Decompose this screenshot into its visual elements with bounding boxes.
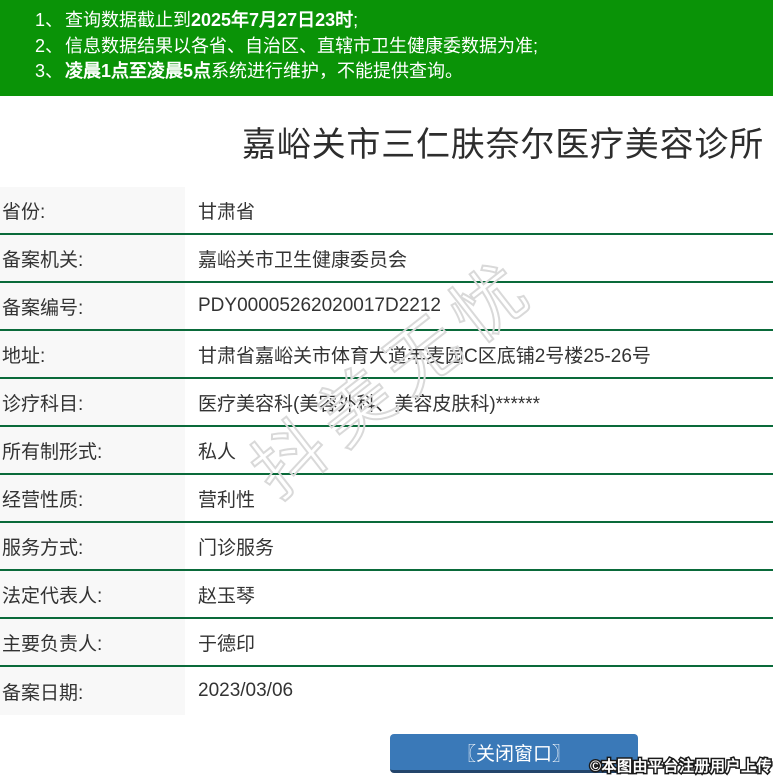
notice-number: 3、	[35, 61, 64, 81]
row-value: 甘肃省	[198, 201, 256, 223]
notice-line-1: 1、 查询数据截止到2025年7月27日23时;	[35, 8, 763, 34]
row-label: 省份:	[0, 187, 185, 233]
upload-caption: ©本图由平台注册用户上传	[588, 757, 773, 777]
notice-text: 信息数据结果以各省、自治区、直辖市卫生健康委数据为准;	[65, 35, 539, 56]
notice-number: 2、	[35, 35, 64, 56]
row-business-nature: 经营性质: 营利性	[0, 475, 773, 523]
row-value: PDY00005262020017D2212	[198, 295, 441, 316]
row-value: 医疗美容科(美容外科、美容皮肤科)******	[198, 393, 541, 415]
title-band: 嘉峪关市三仁肤奈尔医疗美容诊所	[0, 96, 773, 187]
row-label: 经营性质:	[0, 475, 185, 521]
record-page: 1、 查询数据截止到2025年7月27日23时; 2、 信息数据结果以各省、自治区、…	[0, 0, 773, 777]
row-value: 嘉峪关市卫生健康委员会	[198, 249, 408, 271]
row-filing-authority: 备案机关: 嘉峪关市卫生健康委员会	[0, 235, 773, 283]
row-service-mode: 服务方式: 门诊服务	[0, 523, 773, 571]
row-label: 诊疗科目:	[0, 379, 185, 425]
row-value: 私人	[198, 441, 237, 463]
row-value: 营利性	[198, 489, 256, 511]
row-filing-number: 备案编号: PDY00005262020017D2212	[0, 283, 773, 331]
row-address: 地址: 甘肃省嘉峪关市体育大道丰麦园C区底铺2号楼25-26号	[0, 331, 773, 379]
notice-banner: 1、 查询数据截止到2025年7月27日23时; 2、 信息数据结果以各省、自治区、…	[0, 0, 773, 96]
row-value: 于德印	[198, 633, 256, 655]
row-label: 备案日期:	[0, 667, 185, 715]
page-title: 嘉峪关市三仁肤奈尔医疗美容诊所	[242, 126, 764, 164]
notice-text-bold: 2025年7月27日23时	[191, 10, 354, 30]
notice-number: 1、	[35, 10, 64, 30]
notice-line-3: 3、 凌晨1点至凌晨5点系统进行维护，不能提供查询。	[35, 59, 763, 85]
row-value: 门诊服务	[198, 537, 275, 559]
row-filing-date: 备案日期: 2023/03/06	[0, 667, 773, 715]
row-label: 法定代表人:	[0, 571, 185, 617]
row-treatment-subjects: 诊疗科目: 医疗美容科(美容外科、美容皮肤科)******	[0, 379, 773, 427]
row-label: 备案编号:	[0, 283, 185, 329]
row-label: 备案机关:	[0, 235, 185, 281]
row-label: 服务方式:	[0, 523, 185, 569]
notice-text: ;	[353, 10, 359, 30]
row-value: 甘肃省嘉峪关市体育大道丰麦园C区底铺2号楼25-26号	[198, 345, 651, 367]
notice-text-bold: 凌晨1点至凌晨5点	[65, 61, 212, 81]
notice-text: 系统进行维护，不能提供查询。	[211, 61, 464, 81]
row-province: 省份: 甘肃省	[0, 187, 773, 235]
row-value: 赵玉琴	[198, 585, 256, 607]
row-label: 所有制形式:	[0, 427, 185, 473]
row-label: 主要负责人:	[0, 619, 185, 665]
row-value: 2023/03/06	[198, 680, 294, 701]
row-label: 地址:	[0, 331, 185, 377]
info-table: 省份: 甘肃省 备案机关: 嘉峪关市卫生健康委员会 备案编号: PDY00005…	[0, 187, 773, 715]
notice-line-2: 2、 信息数据结果以各省、自治区、直辖市卫生健康委数据为准;	[35, 34, 763, 60]
row-ownership-type: 所有制形式: 私人	[0, 427, 773, 475]
notice-text: 查询数据截止到	[65, 10, 192, 30]
row-principal: 主要负责人: 于德印	[0, 619, 773, 667]
row-legal-representative: 法定代表人: 赵玉琴	[0, 571, 773, 619]
